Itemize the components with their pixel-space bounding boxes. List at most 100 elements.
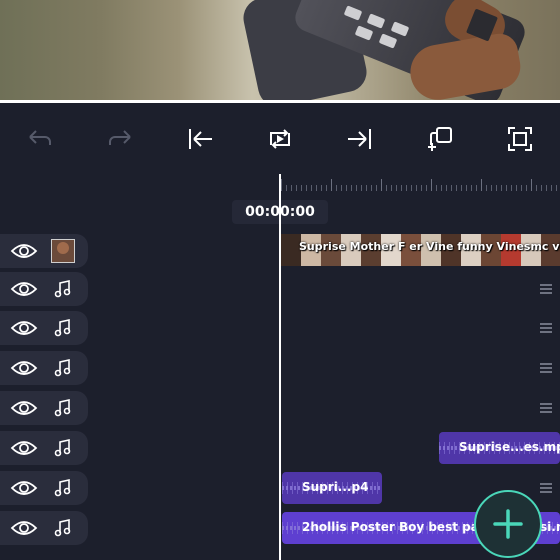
ruler-tick — [556, 185, 557, 191]
ruler-tick — [476, 185, 477, 191]
ruler-tick — [401, 185, 402, 191]
music-note-icon — [54, 479, 71, 497]
ruler-tick — [521, 185, 522, 191]
ruler-tick — [481, 179, 482, 191]
ruler-tick — [336, 185, 337, 191]
add-media-button[interactable] — [474, 490, 542, 558]
toolbar — [0, 103, 560, 171]
ruler-tick — [291, 185, 292, 191]
eye-icon[interactable] — [10, 358, 38, 378]
drag-handle-icon[interactable] — [540, 284, 552, 294]
ruler-tick — [436, 185, 437, 191]
undo-button[interactable] — [24, 123, 56, 155]
ruler-tick — [286, 185, 287, 191]
music-note-icon — [54, 319, 71, 337]
track-header-video[interactable] — [0, 234, 88, 268]
ruler-tick — [541, 185, 542, 191]
ruler-tick — [331, 179, 332, 191]
video-preview[interactable] — [0, 0, 560, 100]
ruler-tick — [351, 185, 352, 191]
ruler-tick — [456, 185, 457, 191]
ruler-tick — [501, 185, 502, 191]
video-editor: 00:00:00 — [0, 0, 560, 560]
drag-handle-icon[interactable] — [540, 403, 552, 413]
track-header-audio[interactable] — [0, 272, 88, 306]
ruler-tick — [526, 185, 527, 191]
ruler-tick — [311, 185, 312, 191]
jump-to-start-icon — [189, 129, 212, 149]
timeline-ruler[interactable] — [281, 171, 560, 199]
ruler-tick — [281, 179, 282, 191]
eye-icon[interactable] — [10, 518, 38, 538]
track-header-audio[interactable] — [0, 511, 88, 545]
music-note-icon — [54, 439, 71, 457]
eye-icon[interactable] — [10, 318, 38, 338]
audio-clip-label: Supri...p4 — [302, 480, 369, 494]
copy-add-button[interactable] — [424, 123, 456, 155]
ruler-tick — [316, 185, 317, 191]
ruler-tick — [411, 185, 412, 191]
ruler-tick — [341, 185, 342, 191]
music-note-icon — [54, 359, 71, 377]
ruler-tick — [346, 185, 347, 191]
music-note-icon — [54, 519, 71, 537]
ruler-tick — [471, 185, 472, 191]
eye-icon[interactable] — [10, 398, 38, 418]
ruler-tick — [406, 185, 407, 191]
ruler-tick — [371, 185, 372, 191]
jump-to-end-button[interactable] — [344, 123, 376, 155]
ruler-tick — [431, 179, 432, 191]
ruler-tick — [356, 185, 357, 191]
jump-to-start-button[interactable] — [184, 123, 216, 155]
redo-button[interactable] — [104, 123, 136, 155]
playhead[interactable] — [279, 174, 281, 560]
ruler-tick — [446, 185, 447, 191]
redo-icon — [109, 130, 131, 145]
eye-icon[interactable] — [10, 478, 38, 498]
fullscreen-icon — [508, 127, 532, 151]
drag-handle-icon[interactable] — [540, 483, 552, 493]
audio-clip-label-tail: si.m — [540, 520, 560, 534]
jump-to-end-icon — [348, 129, 371, 149]
fullscreen-button[interactable] — [504, 123, 536, 155]
ruler-tick — [551, 185, 552, 191]
loop-play-button[interactable] — [264, 123, 296, 155]
ruler-tick — [496, 185, 497, 191]
ruler-tick — [296, 185, 297, 191]
track-header-audio[interactable] — [0, 351, 88, 385]
audio-clip[interactable]: Suprise...es.mp4 — [439, 432, 560, 464]
track-header-audio[interactable] — [0, 391, 88, 425]
audio-clip[interactable]: Supri...p4 — [282, 472, 382, 504]
ruler-tick — [386, 185, 387, 191]
ruler-tick — [361, 185, 362, 191]
ruler-tick — [321, 185, 322, 191]
ruler-tick — [391, 185, 392, 191]
copy-add-icon — [428, 127, 452, 151]
drag-handle-icon[interactable] — [540, 363, 552, 373]
ruler-tick — [326, 185, 327, 191]
eye-icon[interactable] — [10, 279, 38, 299]
ruler-tick — [301, 185, 302, 191]
ruler-tick — [491, 185, 492, 191]
music-note-icon — [54, 399, 71, 417]
video-clip[interactable]: Suprise Mother F er Vine funny Vinesmc v… — [281, 234, 560, 266]
drag-handle-icon[interactable] — [540, 323, 552, 333]
ruler-tick — [466, 185, 467, 191]
undo-icon — [29, 130, 51, 145]
eye-icon[interactable] — [10, 438, 38, 458]
track-header-audio[interactable] — [0, 471, 88, 505]
ruler-tick — [461, 185, 462, 191]
ruler-tick — [516, 185, 517, 191]
ruler-tick — [426, 185, 427, 191]
ruler-tick — [441, 185, 442, 191]
ruler-tick — [511, 185, 512, 191]
ruler-tick — [506, 185, 507, 191]
track-header-audio[interactable] — [0, 431, 88, 465]
track-header-audio[interactable] — [0, 311, 88, 345]
eye-icon[interactable] — [10, 241, 38, 261]
ruler-tick — [306, 185, 307, 191]
ruler-tick — [416, 185, 417, 191]
loop-play-icon — [270, 129, 290, 149]
ruler-tick — [531, 179, 532, 191]
video-thumbnail — [51, 239, 75, 263]
